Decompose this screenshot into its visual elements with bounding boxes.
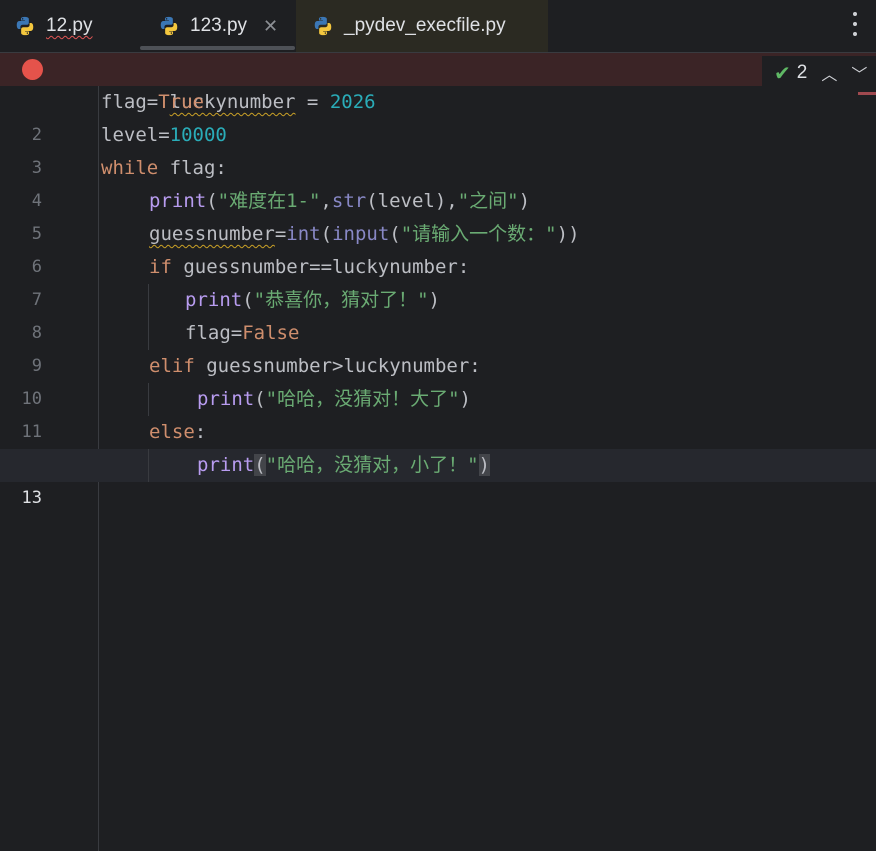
code-line[interactable]: 7 if guessnumber==luckynumber: bbox=[0, 251, 876, 310]
punctuation: )) bbox=[556, 223, 580, 245]
code-line[interactable]: 4 while flag: bbox=[0, 152, 876, 211]
python-icon bbox=[16, 16, 34, 36]
code-line[interactable]: 5 print("难度在1-",str(level),"之间") bbox=[0, 185, 876, 244]
indent-guide bbox=[148, 284, 149, 350]
string-literal: "难度在1-" bbox=[217, 190, 321, 212]
string-literal: "哈哈，没猜对，小了！" bbox=[265, 454, 479, 476]
identifier: guessnumber bbox=[149, 223, 275, 245]
inspection-count: 2 bbox=[796, 62, 808, 83]
number-literal: 10000 bbox=[169, 124, 227, 146]
editor-tab-bar: 12.py 123.py ✕ _pydev_execfile.py bbox=[0, 0, 876, 53]
identifier: guessnumber>luckynumber: bbox=[194, 355, 481, 377]
string-literal: "之间" bbox=[457, 190, 519, 212]
string-literal: "恭喜你，猜对了！" bbox=[253, 289, 429, 311]
breakpoint-icon[interactable] bbox=[22, 59, 43, 80]
active-tab-indicator bbox=[140, 46, 295, 50]
indent-guide bbox=[148, 383, 149, 416]
tab-pydev-execfile-py[interactable]: _pydev_execfile.py bbox=[296, 0, 548, 52]
function-name: print bbox=[197, 388, 255, 410]
code-line[interactable]: 2 flag=True bbox=[0, 86, 876, 145]
punctuation: ( bbox=[206, 190, 218, 212]
identifier: guessnumber==luckynumber: bbox=[171, 256, 470, 278]
line-number: 13 bbox=[21, 488, 42, 508]
punctuation: ( bbox=[320, 223, 333, 245]
builtin-name: str bbox=[331, 190, 367, 212]
tab-label: 12.py bbox=[46, 15, 93, 36]
code-line[interactable]: 11 print("哈哈，没猜对！大了") bbox=[0, 383, 876, 442]
function-name: print bbox=[185, 289, 243, 311]
tab-12-py[interactable]: 12.py bbox=[14, 0, 124, 52]
operator: = bbox=[230, 322, 243, 344]
identifier: level bbox=[101, 124, 159, 146]
code-line[interactable]: 10 elif guessnumber>luckynumber: bbox=[0, 350, 876, 409]
indent-guide bbox=[148, 449, 149, 482]
inspection-widget[interactable]: ✔ 2 ︿ ﹀ bbox=[762, 56, 876, 90]
code-line[interactable]: 3 level=10000 bbox=[0, 119, 876, 178]
identifier: flag bbox=[101, 91, 147, 113]
chevron-down-icon[interactable]: ﹀ bbox=[851, 61, 867, 85]
tab-123-py[interactable]: 123.py ✕ bbox=[140, 0, 295, 52]
code-line[interactable]: luckynumber = 2026 bbox=[0, 53, 876, 113]
builtin-name: int bbox=[286, 223, 321, 245]
punctuation: ) bbox=[459, 388, 471, 410]
tab-label: 123.py bbox=[190, 15, 248, 36]
punctuation: , bbox=[320, 190, 332, 212]
punctuation: ( bbox=[242, 289, 254, 311]
operator: = bbox=[274, 223, 287, 245]
identifier: flag: bbox=[158, 157, 227, 179]
identifier: flag bbox=[185, 322, 231, 344]
function-name: print bbox=[149, 190, 207, 212]
more-options-icon[interactable] bbox=[852, 12, 858, 36]
code-line[interactable]: 8 print("恭喜你，猜对了！") bbox=[0, 284, 876, 343]
python-icon bbox=[160, 16, 178, 36]
punctuation: ( bbox=[389, 223, 401, 245]
function-name: print bbox=[197, 454, 255, 476]
error-stripe-marker[interactable] bbox=[858, 92, 876, 95]
close-icon[interactable]: ✕ bbox=[263, 16, 278, 37]
check-icon: ✔ bbox=[774, 62, 791, 85]
punctuation: : bbox=[194, 421, 207, 443]
python-icon bbox=[314, 16, 332, 36]
builtin-name: input bbox=[332, 223, 390, 245]
punctuation: ) bbox=[428, 289, 440, 311]
keyword: False bbox=[242, 322, 300, 344]
operator: = bbox=[158, 124, 170, 146]
punctuation: ) bbox=[518, 190, 531, 212]
keyword: if bbox=[149, 256, 172, 278]
code-line-current[interactable]: 13 print("哈哈，没猜对，小了！") bbox=[0, 449, 876, 508]
keyword: elif bbox=[149, 355, 195, 377]
punctuation: ( bbox=[254, 454, 266, 476]
punctuation: ( bbox=[254, 388, 266, 410]
identifier: (level), bbox=[366, 190, 458, 212]
keyword: while bbox=[101, 157, 159, 179]
string-literal: "请输入一个数：" bbox=[400, 223, 557, 245]
string-literal: "哈哈，没猜对！大了" bbox=[265, 388, 460, 410]
tab-label: _pydev_execfile.py bbox=[344, 15, 506, 36]
code-line[interactable]: 12 else: bbox=[0, 416, 876, 475]
keyword: else bbox=[149, 421, 195, 443]
code-line[interactable]: 6 guessnumber=int(input("请输入一个数：")) bbox=[0, 218, 876, 277]
code-editor[interactable]: luckynumber = 2026 2 flag=True 3 level=1… bbox=[0, 53, 876, 851]
code-line[interactable]: 9 flag=False bbox=[0, 317, 876, 376]
chevron-up-icon[interactable]: ︿ bbox=[821, 61, 837, 85]
keyword: True bbox=[158, 91, 204, 113]
operator: = bbox=[146, 91, 159, 113]
punctuation: ) bbox=[478, 454, 490, 476]
